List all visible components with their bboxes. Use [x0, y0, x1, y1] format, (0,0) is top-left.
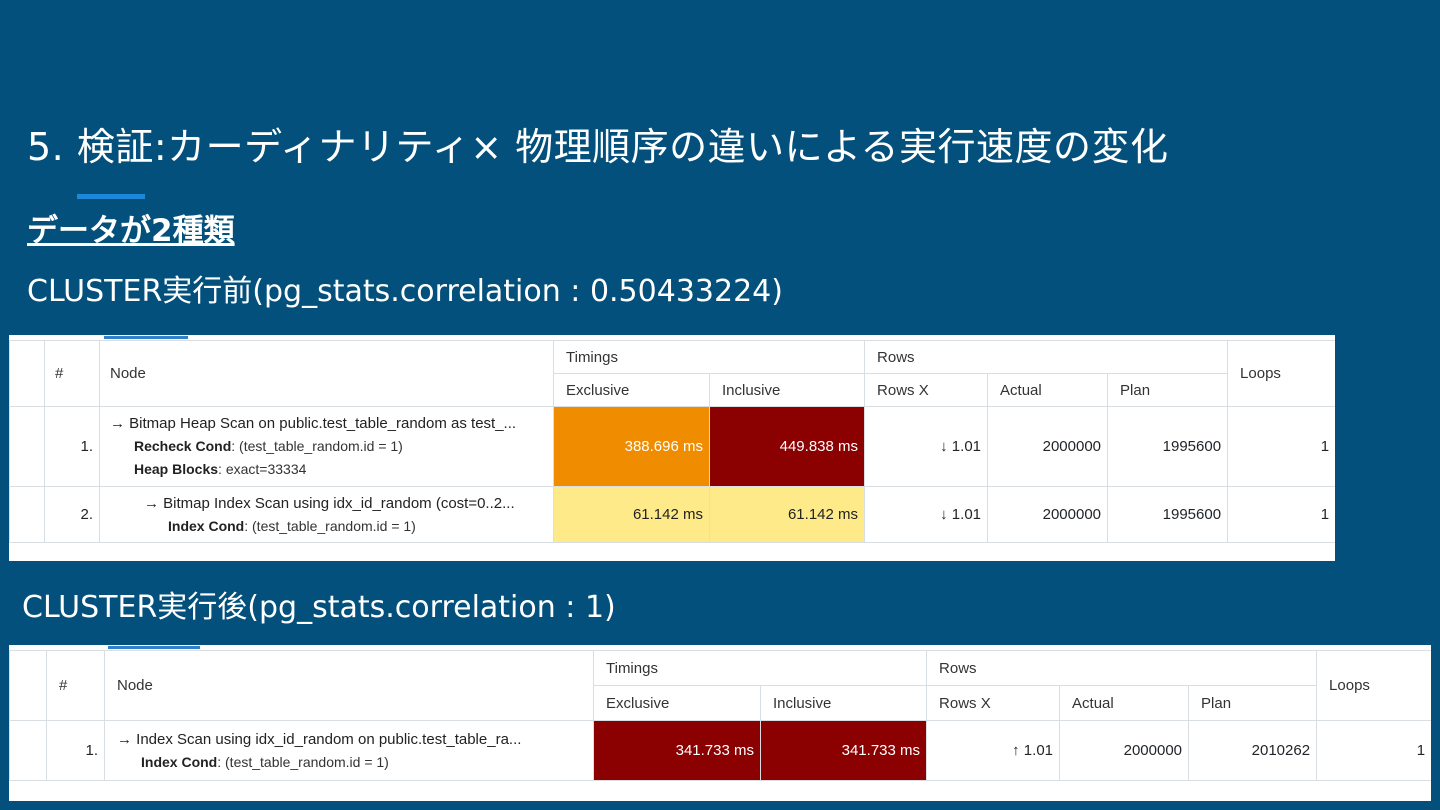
exclusive-time: 61.142 ms	[553, 486, 710, 543]
header-inclusive: Inclusive	[759, 685, 928, 721]
exclusive-time: 388.696 ms	[553, 406, 710, 487]
header-row-top: # Node Timings Rows Loops	[9, 340, 1335, 407]
header-actual: Actual	[1059, 685, 1190, 721]
plan-table-before: # Node Timings Rows Loops Exclusive Incl…	[9, 340, 1335, 543]
loops: 1	[1316, 720, 1431, 781]
header-rows: Rows	[926, 650, 1318, 686]
caption-after-cluster: CLUSTER実行後(pg_stats.correlation : 1)	[22, 590, 616, 625]
row-index: 2.	[44, 486, 100, 543]
table-row[interactable]: 1. → Bitmap Heap Scan on public.test_tab…	[9, 406, 1335, 487]
rows-x: ↓ 1.01	[864, 406, 989, 487]
active-tab-indicator	[104, 336, 188, 339]
table-row[interactable]: 1. → Index Scan using idx_id_random on p…	[9, 720, 1431, 781]
header-loops: Loops	[1316, 650, 1431, 721]
plan-table-after: # Node Timings Rows Loops Exclusive Incl…	[9, 650, 1431, 781]
caption-before-cluster: CLUSTER実行前(pg_stats.correlation : 0.5043…	[27, 274, 783, 309]
header-exclusive: Exclusive	[553, 373, 710, 407]
header-loops: Loops	[1227, 340, 1335, 407]
header-rows-x: Rows X	[926, 685, 1061, 721]
rows-plan: 1995600	[1107, 486, 1229, 543]
gutter-cell	[9, 340, 45, 407]
header-rows-x: Rows X	[864, 373, 989, 407]
node-label[interactable]: → Index Scan using idx_id_random on publ…	[117, 728, 587, 751]
header-exclusive: Exclusive	[593, 685, 761, 721]
explain-plan-after: # Node Timings Rows Loops Exclusive Incl…	[9, 645, 1431, 801]
gutter-cell	[9, 486, 45, 543]
row-index: 1.	[46, 720, 105, 781]
gutter-cell	[9, 406, 45, 487]
header-node: Node	[104, 650, 594, 721]
table-row[interactable]: 2. → Bitmap Index Scan using idx_id_rand…	[9, 486, 1335, 543]
node-label[interactable]: → Bitmap Index Scan using idx_id_random …	[144, 492, 547, 515]
node-detail-index-cond: Index Cond: (test_table_random.id = 1)	[141, 753, 389, 770]
node-cell[interactable]: → Index Scan using idx_id_random on publ…	[104, 720, 594, 781]
node-label[interactable]: → Bitmap Heap Scan on public.test_table_…	[110, 412, 547, 435]
row-index: 1.	[44, 406, 100, 487]
header-inclusive: Inclusive	[708, 373, 866, 407]
slide-subtitle: データが2種類	[27, 213, 235, 249]
node-detail-heap-blocks: Heap Blocks: exact=33334	[134, 461, 307, 477]
header-index: #	[44, 340, 100, 407]
header-rows: Rows	[864, 340, 1229, 374]
rows-plan: 2010262	[1188, 720, 1318, 781]
rows-x: ↑ 1.01	[926, 720, 1061, 781]
loops: 1	[1227, 486, 1335, 543]
rows-actual: 2000000	[987, 486, 1109, 543]
node-cell[interactable]: → Bitmap Index Scan using idx_id_random …	[99, 486, 554, 543]
rows-actual: 2000000	[1059, 720, 1190, 781]
accent-bar	[77, 194, 145, 199]
header-plan: Plan	[1188, 685, 1318, 721]
node-detail-recheck: Recheck Cond: (test_table_random.id = 1)	[134, 438, 403, 454]
inclusive-time: 61.142 ms	[708, 486, 866, 543]
explain-plan-before: # Node Timings Rows Loops Exclusive Incl…	[9, 335, 1335, 561]
inclusive-time: 341.733 ms	[759, 720, 928, 781]
header-actual: Actual	[987, 373, 1109, 407]
gutter-cell	[9, 650, 47, 721]
rows-x: ↓ 1.01	[864, 486, 989, 543]
node-detail-index-cond: Index Cond: (test_table_random.id = 1)	[168, 517, 416, 534]
loops: 1	[1227, 406, 1335, 487]
exclusive-time: 341.733 ms	[593, 720, 761, 781]
inclusive-time: 449.838 ms	[708, 406, 866, 487]
header-row-top: # Node Timings Rows Loops	[9, 650, 1431, 721]
header-plan: Plan	[1107, 373, 1229, 407]
header-timings: Timings	[552, 340, 866, 374]
header-timings: Timings	[592, 650, 928, 686]
active-tab-indicator	[108, 646, 200, 649]
slide-title: 5. 検証:カーディナリティ× 物理順序の違いによる実行速度の変化	[27, 125, 1169, 169]
header-index: #	[46, 650, 105, 721]
node-cell[interactable]: → Bitmap Heap Scan on public.test_table_…	[99, 406, 554, 487]
header-node: Node	[99, 340, 554, 407]
rows-plan: 1995600	[1107, 406, 1229, 487]
rows-actual: 2000000	[987, 406, 1109, 487]
gutter-cell	[9, 720, 47, 781]
